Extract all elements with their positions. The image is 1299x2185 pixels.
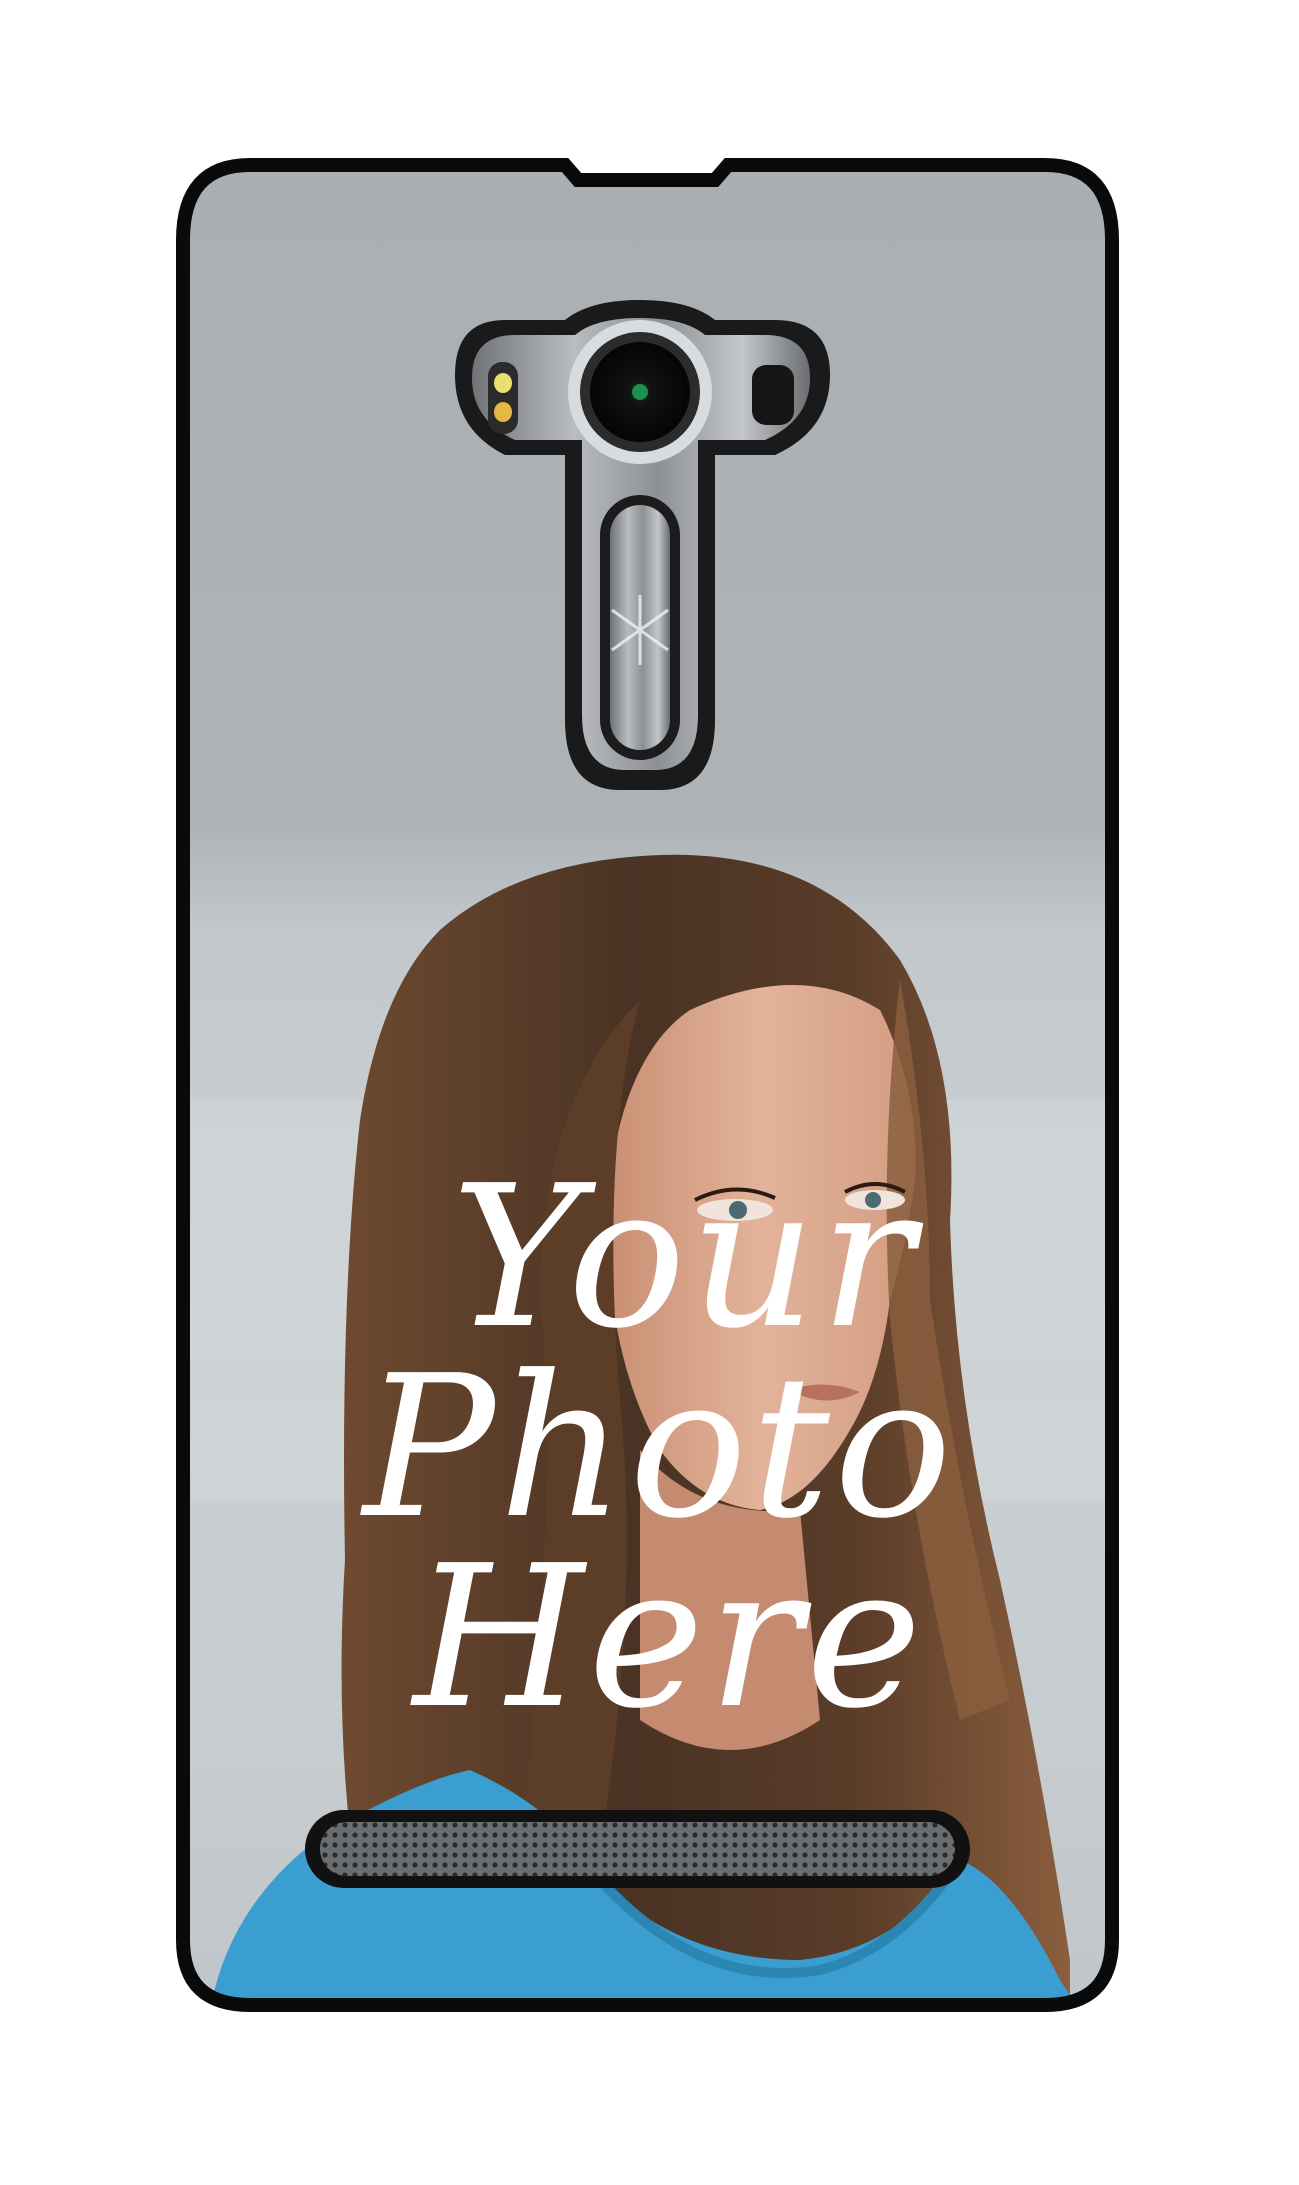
camera-lens-icon <box>568 320 712 464</box>
volume-key-icon <box>600 495 680 760</box>
speaker-grille-icon <box>305 1810 970 1888</box>
flash-icon <box>488 362 518 434</box>
placeholder-text-line-1: Your <box>451 1144 918 1372</box>
placeholder-text-line-3: Here <box>413 1524 926 1752</box>
placeholder-text-line-2: Photo <box>363 1334 956 1562</box>
laser-sensor-icon <box>752 365 794 425</box>
phone-case-back <box>176 158 1119 2012</box>
